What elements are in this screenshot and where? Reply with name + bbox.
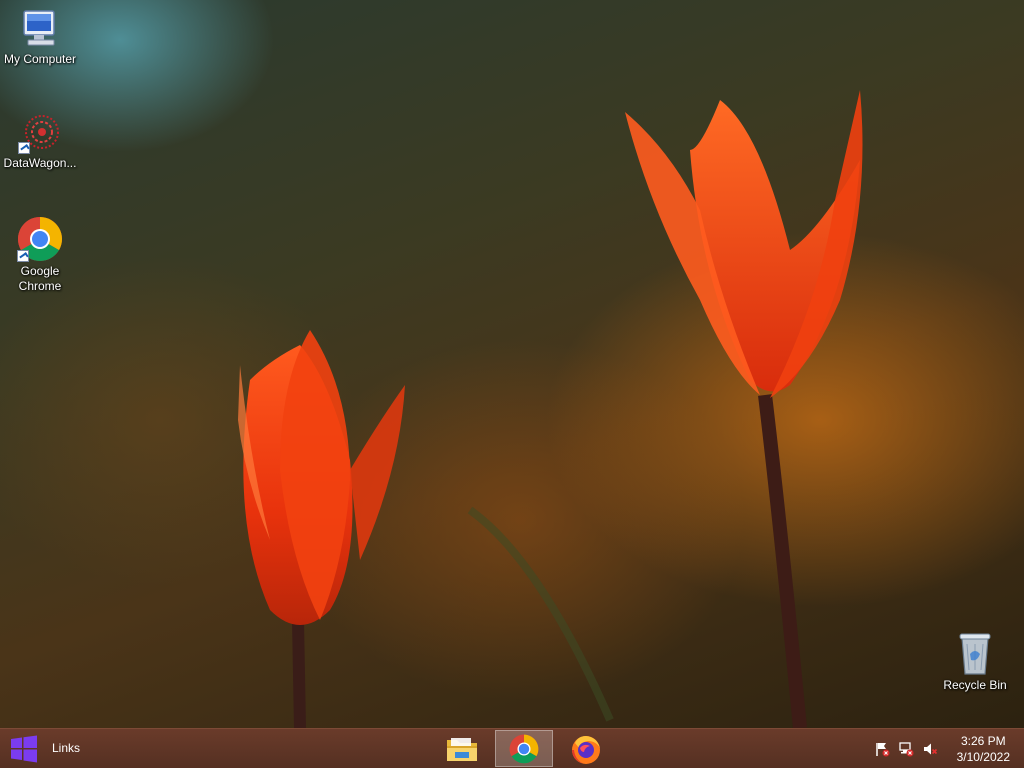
desktop-icon-label: DataWagon... bbox=[3, 156, 77, 170]
taskbar-clock[interactable]: 3:26 PM 3/10/2022 bbox=[957, 733, 1010, 765]
file-explorer-icon bbox=[447, 737, 477, 761]
windows-logo-icon bbox=[11, 735, 37, 763]
desktop-icon-recycle-bin[interactable]: Recycle Bin bbox=[935, 632, 1015, 693]
shortcut-arrow-icon bbox=[17, 250, 29, 262]
clock-time: 3:26 PM bbox=[960, 734, 1006, 748]
computer-icon bbox=[18, 8, 62, 50]
action-center-flag-icon[interactable] bbox=[874, 741, 890, 757]
taskbar-app-google-chrome[interactable] bbox=[495, 730, 553, 767]
clock-date: 3/10/2022 bbox=[956, 750, 1010, 764]
network-icon[interactable] bbox=[898, 741, 914, 757]
wallpaper-tulips bbox=[238, 90, 863, 728]
desktop-icon-my-computer[interactable]: My Computer bbox=[0, 8, 80, 67]
firefox-icon bbox=[572, 735, 600, 764]
taskbar-app-file-explorer[interactable] bbox=[433, 730, 491, 767]
taskbar: Links 3:26 PM 3/10/2022 bbox=[0, 728, 1024, 768]
start-button[interactable] bbox=[0, 729, 48, 768]
desktop-icon-label: Recycle Bin bbox=[943, 678, 1007, 692]
chrome-icon bbox=[509, 734, 539, 763]
links-toolbar-label[interactable]: Links bbox=[52, 741, 80, 755]
recycle-bin-icon bbox=[955, 632, 995, 676]
shortcut-arrow-icon bbox=[18, 142, 30, 154]
desktop-icon-label: Google Chrome bbox=[18, 264, 62, 293]
desktop[interactable]: My Computer DataWagon... Google Chrome R… bbox=[0, 0, 1024, 728]
chrome-icon bbox=[17, 216, 63, 262]
volume-muted-icon[interactable] bbox=[922, 741, 938, 757]
desktop-icon-google-chrome[interactable]: Google Chrome bbox=[0, 216, 80, 294]
taskbar-app-firefox[interactable] bbox=[557, 730, 615, 767]
desktop-icon-label: My Computer bbox=[3, 52, 77, 66]
datawagon-icon bbox=[18, 112, 62, 154]
desktop-icon-datawagon[interactable]: DataWagon... bbox=[0, 112, 80, 171]
